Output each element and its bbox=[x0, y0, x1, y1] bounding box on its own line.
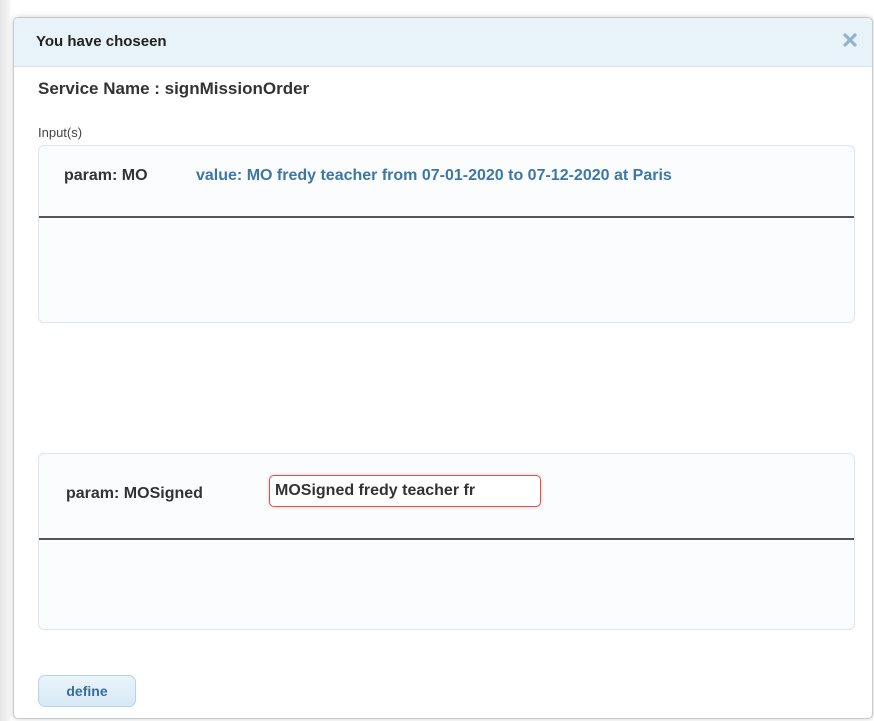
panel-divider bbox=[39, 538, 854, 540]
dialog-titlebar: You have choseen bbox=[14, 18, 872, 67]
param-value-mo: value: MO fredy teacher from 07-01-2020 … bbox=[196, 167, 672, 184]
param-panel-mosigned: param: MOSigned bbox=[38, 453, 855, 630]
param-name-mo: param: MO bbox=[64, 167, 148, 184]
close-x-icon[interactable] bbox=[840, 30, 860, 50]
panel-divider bbox=[39, 216, 854, 218]
dialog-title: You have choseen bbox=[36, 33, 167, 50]
service-dialog: You have choseen Service Name : signMiss… bbox=[13, 17, 873, 719]
define-button[interactable]: define bbox=[38, 675, 136, 707]
param-name-mosigned: param: MOSigned bbox=[66, 485, 203, 502]
inputs-section-label: Input(s) bbox=[38, 125, 83, 140]
mosigned-value-input[interactable] bbox=[269, 475, 541, 507]
param-panel-mo: param: MO value: MO fredy teacher from 0… bbox=[38, 145, 855, 323]
service-name-heading: Service Name : signMissionOrder bbox=[38, 79, 310, 98]
